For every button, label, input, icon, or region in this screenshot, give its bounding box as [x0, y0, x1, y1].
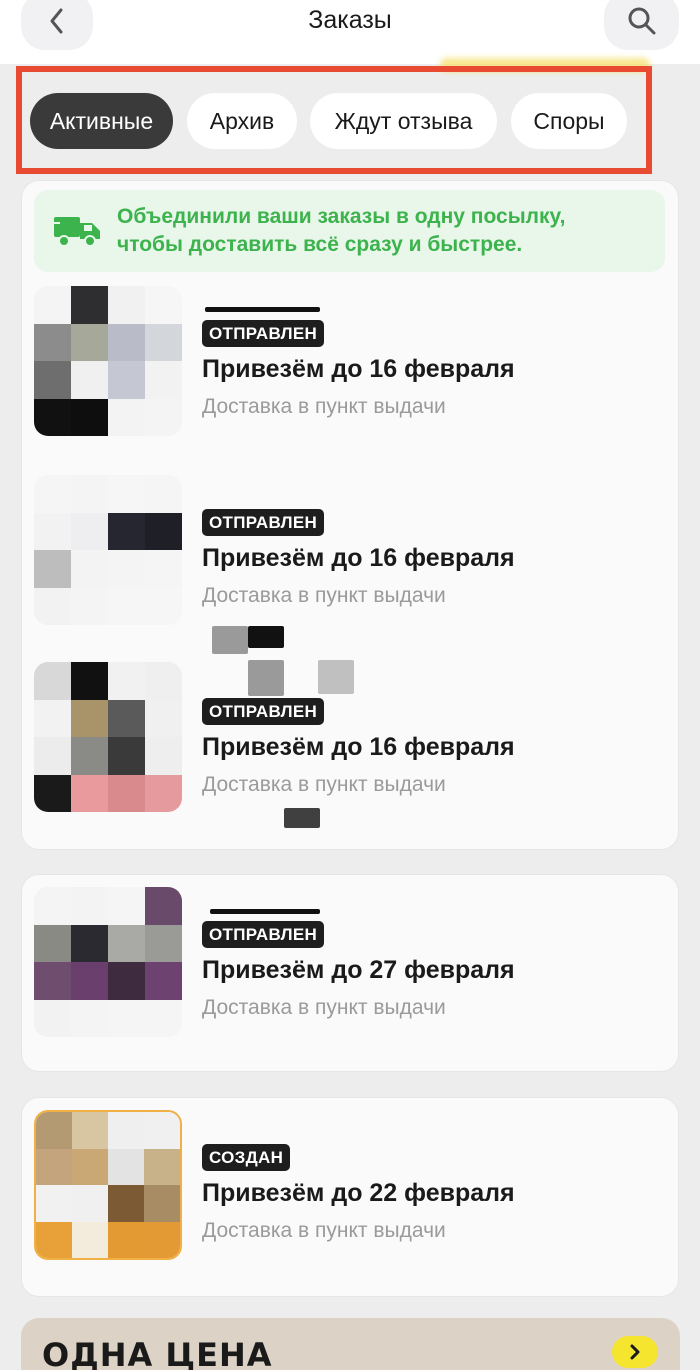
search-icon — [628, 7, 655, 35]
order-eta: Привезём до 16 февраля — [202, 544, 515, 572]
order-image[interactable] — [34, 475, 182, 625]
grouped-parcel-text: Объединили ваши заказы в одну посылку, ч… — [117, 205, 566, 256]
redacted-mark — [248, 626, 284, 648]
order-eta: Привезём до 22 февраля — [202, 1179, 515, 1207]
redacted-mark — [318, 660, 354, 694]
order-delivery-type: Доставка в пункт выдачи — [202, 996, 446, 1019]
order-delivery-type: Доставка в пункт выдачи — [202, 584, 446, 607]
order-delivery-type: Доставка в пункт выдачи — [202, 1219, 446, 1242]
order-image[interactable] — [34, 887, 182, 1037]
order-eta: Привезём до 16 февраля — [202, 355, 515, 383]
status-badge: ОТПРАВЛЕН — [202, 921, 325, 948]
order-image[interactable] — [34, 286, 182, 436]
redacted-mark — [210, 909, 320, 914]
search-button[interactable] — [604, 0, 679, 50]
status-badge: ОТПРАВЛЕН — [202, 320, 325, 347]
chevron-right-icon — [630, 1344, 640, 1360]
page-title: Заказы — [308, 6, 392, 34]
status-badge: ОТПРАВЛЕН — [202, 509, 325, 536]
tabs-highlight-outline — [16, 66, 652, 174]
order-delivery-type: Доставка в пункт выдачи — [202, 773, 446, 796]
order-delivery-type: Доставка в пункт выдачи — [202, 395, 446, 418]
redacted-mark — [284, 808, 320, 828]
delivery-truck-icon — [52, 217, 100, 247]
status-badge: СОЗДАН — [202, 1144, 291, 1171]
order-eta: Привезём до 16 февраля — [202, 733, 515, 761]
promo-arrow-button[interactable] — [612, 1336, 658, 1368]
order-image[interactable] — [34, 662, 182, 812]
top-bar: Заказы — [0, 0, 700, 64]
redacted-mark — [248, 660, 284, 696]
promo-title: ОДНА ЦЕНА — [42, 1336, 273, 1370]
redacted-mark — [212, 626, 248, 654]
redacted-mark — [205, 307, 320, 312]
order-image[interactable] — [34, 1110, 182, 1260]
order-eta: Привезём до 27 февраля — [202, 956, 515, 984]
status-badge: ОТПРАВЛЕН — [202, 698, 325, 725]
